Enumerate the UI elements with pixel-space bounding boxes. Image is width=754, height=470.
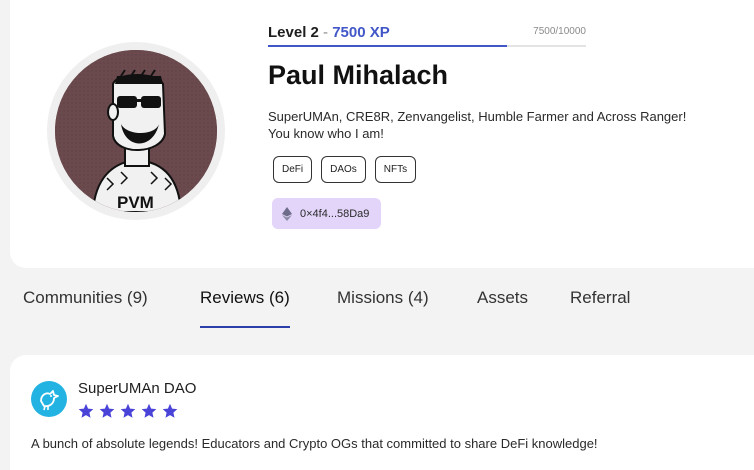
ethereum-icon (282, 206, 292, 221)
wallet-address-chip[interactable]: 0×4f4...58Da9 (272, 198, 382, 229)
tab-label: Missions (4) (337, 288, 429, 307)
profile-name: Paul Mihalach (268, 60, 449, 90)
tab-missions[interactable]: Missions (4) (337, 288, 429, 328)
svg-text:PVM: PVM (117, 193, 154, 212)
profile-card: PVM Level 2 - 7500 XP 7500/10000 Paul Mi… (10, 0, 754, 268)
tab-label: Referral (570, 288, 631, 307)
star-icon (78, 403, 94, 418)
xp-progress-track (268, 45, 586, 47)
review-org-name[interactable]: SuperUMAn DAO (78, 380, 196, 397)
tab-referral[interactable]: Referral (570, 288, 630, 328)
tag-daos[interactable]: DAOs (321, 156, 366, 183)
org-logo[interactable] (31, 381, 67, 417)
profile-bio: SuperUMAn, CRE8R, Zenvangelist, Humble F… (268, 109, 687, 141)
xp-count: 7500/10000 (533, 26, 586, 37)
star-icon (141, 403, 157, 418)
wallet-address: 0×4f4...58Da9 (300, 207, 370, 220)
star-icon (99, 403, 115, 418)
avatar-ring: PVM (47, 42, 225, 220)
tab-reviews[interactable]: Reviews (6) (200, 288, 290, 328)
level-number: Level 2 (268, 24, 319, 41)
review-card: SuperUMAn DAO A bunch of absolute legend… (10, 355, 754, 470)
tag-defi[interactable]: DeFi (273, 156, 313, 183)
level-progress: Level 2 - 7500 XP 7500/10000 (268, 24, 586, 48)
avatar: PVM (55, 50, 217, 212)
tag-nfts[interactable]: NFTs (374, 156, 417, 183)
star-icon (162, 403, 178, 418)
bird-icon (40, 390, 59, 411)
level-separator: - (323, 24, 329, 41)
star-icon (120, 403, 136, 418)
tab-label: Reviews (6) (200, 288, 290, 307)
star-rating (78, 403, 178, 419)
tab-communities[interactable]: Communities (9) (23, 288, 148, 328)
active-tab-indicator (200, 326, 290, 328)
pvm-avatar-icon: PVM (55, 50, 217, 212)
tab-label: Communities (9) (23, 288, 148, 307)
tab-assets[interactable]: Assets (477, 288, 528, 328)
level-label: Level 2 - 7500 XP (268, 24, 390, 41)
review-text: A bunch of absolute legends! Educators a… (31, 436, 598, 451)
interest-tags: DeFi DAOs NFTs (273, 156, 417, 183)
xp-label: 7500 XP (332, 24, 390, 41)
xp-progress-fill (268, 45, 507, 47)
tab-label: Assets (477, 288, 529, 307)
